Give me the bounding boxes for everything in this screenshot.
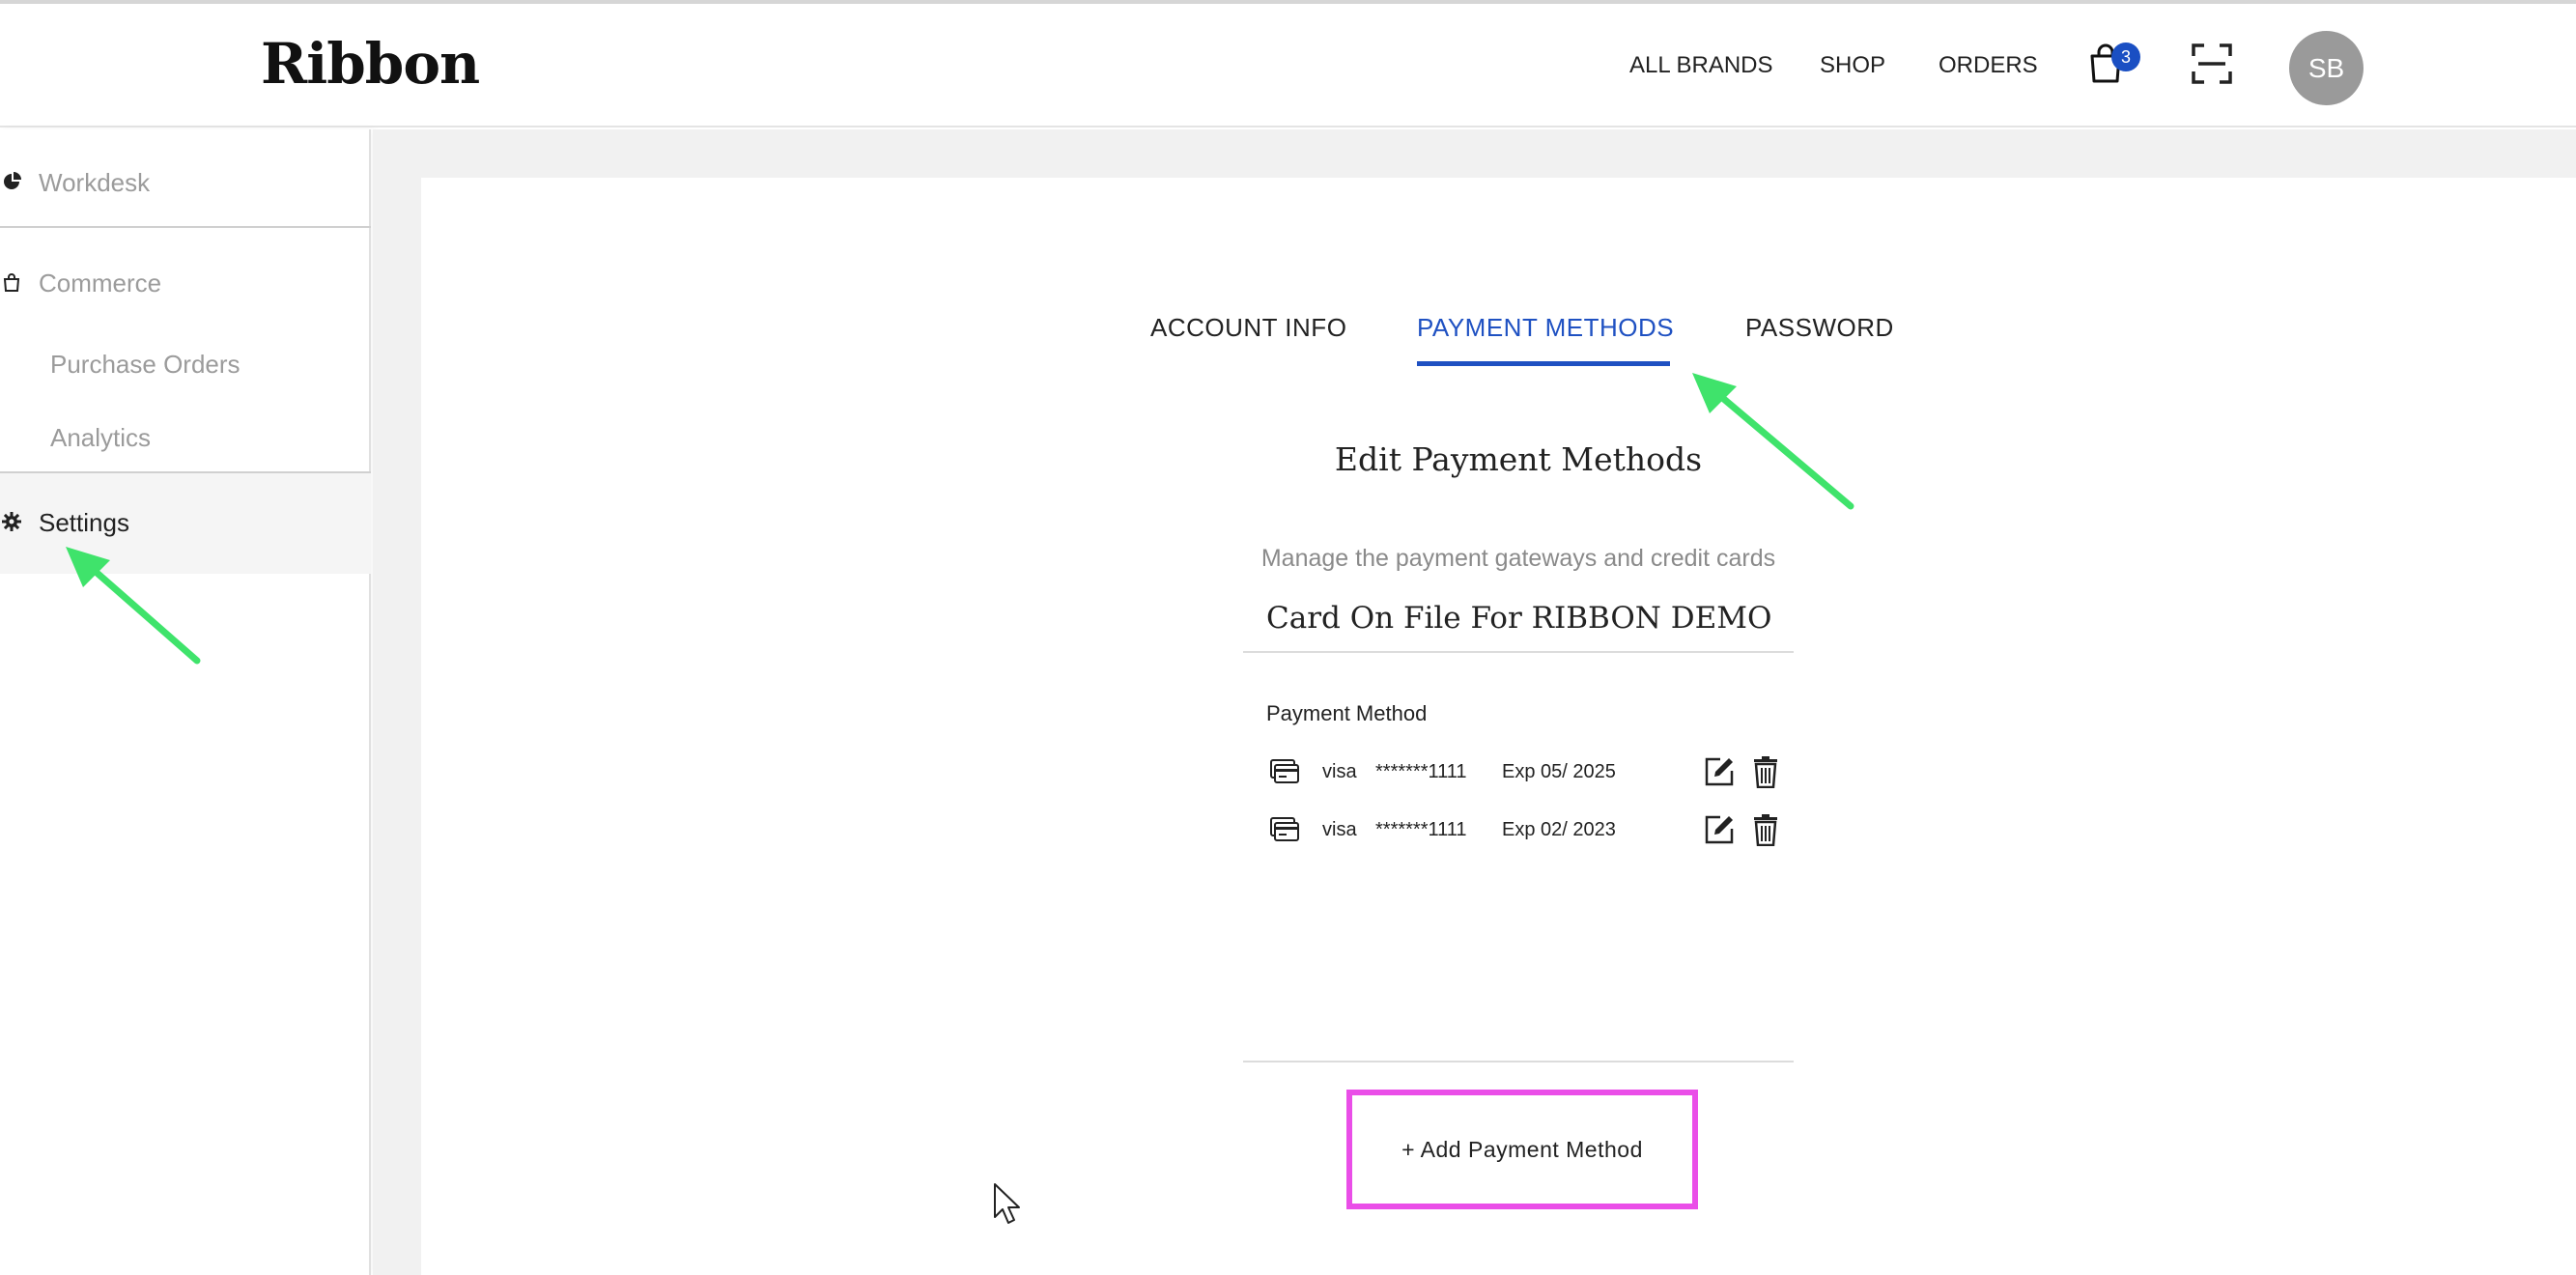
payment-method-row: visa *******1111 Exp 05/ 2025	[1266, 753, 1788, 792]
section-divider	[1243, 651, 1794, 653]
sidebar-item-label: Settings	[39, 508, 129, 537]
active-tab-indicator	[1417, 361, 1670, 366]
nav-all-brands[interactable]: ALL BRANDS	[1629, 52, 1773, 79]
user-avatar[interactable]: SB	[2289, 31, 2364, 105]
card-on-file-heading: Card On File For RIBBON DEMO	[1266, 601, 1772, 636]
top-header: Ribbon ALL BRANDS SHOP ORDERS	[0, 4, 2576, 128]
payment-method-row: visa *******1111 Exp 02/ 2023	[1266, 811, 1788, 850]
cart-count-badge: 3	[2111, 42, 2140, 71]
trash-icon[interactable]	[1751, 813, 1780, 846]
scan-frame-icon[interactable]	[2191, 42, 2233, 85]
tab-password[interactable]: PASSWORD	[1745, 313, 1894, 343]
ribbon-logo[interactable]: Ribbon	[261, 31, 480, 97]
card-number: *******1111	[1375, 761, 1467, 782]
tab-payment-methods[interactable]: PAYMENT METHODS	[1417, 313, 1674, 343]
sidebar-item-commerce[interactable]: Commerce	[0, 247, 371, 309]
tab-account-info[interactable]: ACCOUNT INFO	[1150, 313, 1346, 343]
card-expiry: Exp 05/ 2025	[1502, 761, 1616, 782]
edit-icon[interactable]	[1703, 755, 1736, 788]
sidebar-item-workdesk[interactable]: Workdesk	[0, 149, 371, 211]
trash-icon[interactable]	[1751, 755, 1780, 788]
card-expiry: Exp 02/ 2023	[1502, 819, 1616, 840]
sidebar: Workdesk Commerce Purchase Orders Analyt…	[0, 129, 371, 1275]
section-divider	[1243, 1061, 1794, 1062]
page-title: Edit Payment Methods	[1334, 440, 1703, 478]
credit-card-icon	[1270, 759, 1299, 783]
nav-orders[interactable]: ORDERS	[1939, 52, 2038, 79]
card-brand: visa	[1322, 761, 1357, 782]
card-brand: visa	[1322, 819, 1357, 840]
sidebar-item-settings[interactable]: Settings	[0, 473, 371, 574]
payment-method-column-header: Payment Method	[1266, 701, 1428, 725]
add-payment-method-button[interactable]: + Add Payment Method	[1346, 1090, 1698, 1209]
edit-icon[interactable]	[1703, 813, 1736, 846]
sidebar-item-purchase-orders[interactable]: Purchase Orders	[50, 350, 241, 380]
sidebar-item-analytics[interactable]: Analytics	[50, 423, 151, 453]
pie-chart-icon	[4, 172, 21, 189]
sidebar-item-label: Commerce	[39, 269, 162, 298]
page-subtitle: Manage the payment gateways and credit c…	[1260, 545, 1776, 572]
sidebar-divider	[0, 226, 371, 228]
bag-icon	[3, 273, 20, 292]
gear-icon	[2, 512, 21, 531]
sidebar-item-label: Workdesk	[39, 168, 151, 197]
card-number: *******1111	[1375, 819, 1467, 840]
nav-shop[interactable]: SHOP	[1820, 52, 1885, 79]
credit-card-icon	[1270, 817, 1299, 841]
